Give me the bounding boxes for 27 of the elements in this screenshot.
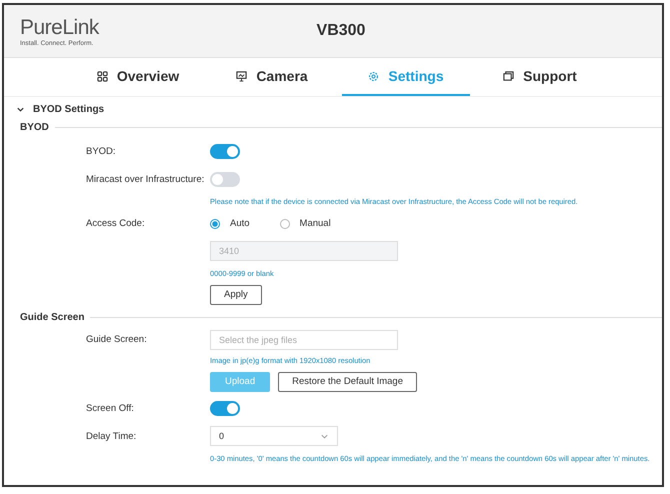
field-label: Guide Screen: [86,334,147,345]
toggle-switch[interactable] [210,172,240,186]
file-field[interactable]: Select the jpeg files [210,330,398,350]
field-label: Miracast over Infrastructure: [86,174,204,184]
section-title: BYOD [20,122,49,132]
toggle-switch[interactable] [210,144,240,158]
monitor-icon [236,70,248,82]
radio-option[interactable]: Auto [210,218,250,229]
grid-icon [96,70,108,82]
device-title: VB300 [316,22,366,40]
collapse-toggle[interactable]: BYOD Settings [4,97,116,117]
radio-option[interactable]: Manual [280,218,331,229]
nav-tab[interactable]: Camera [208,58,336,96]
settings-icon [368,70,380,82]
action-button[interactable]: Apply [210,284,262,304]
toggle-switch[interactable] [210,400,240,416]
logo-text: PureLink [20,16,100,40]
windows-icon [503,70,514,82]
nav-tab[interactable]: Support [476,58,604,96]
field-label: BYOD: [86,146,116,156]
action-button[interactable]: Restore the Default Image [278,372,418,392]
nav-tab[interactable]: Overview [74,58,202,96]
field-label: Delay Time: [86,430,136,442]
field-label: Access Code: [86,218,145,229]
field-label: Screen Off: [86,402,134,414]
dropdown[interactable]: 0 [210,426,338,446]
section-title: Guide Screen [20,312,84,322]
